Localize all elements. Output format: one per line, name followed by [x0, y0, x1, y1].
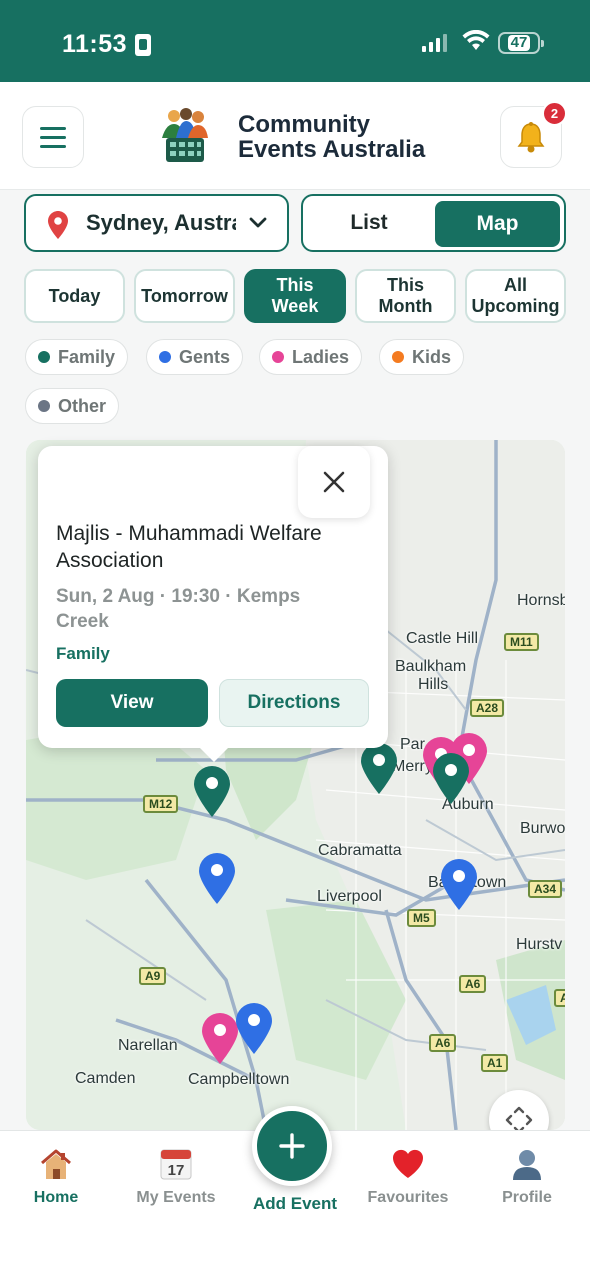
nav-profile[interactable]: Profile — [472, 1145, 582, 1207]
brand-line-1: Community — [238, 111, 370, 138]
road-shield: A1 — [481, 1054, 509, 1072]
cellular-signal-icon — [422, 34, 447, 52]
battery-level: 47 — [507, 35, 531, 51]
plus-icon — [279, 1133, 305, 1159]
road-shield: A9 — [139, 967, 167, 985]
status-time-text: 11:53 — [62, 30, 128, 58]
road-shield: A — [554, 989, 565, 1007]
menu-button[interactable] — [22, 106, 84, 168]
road-shield: M5 — [407, 909, 436, 927]
event-meta: Sun, 2 Aug · 19:30 · Kemps Creek — [56, 586, 301, 632]
hamburger-icon-bar — [40, 144, 66, 148]
nav-profile-label: Profile — [502, 1189, 552, 1206]
filter-this-month[interactable]: This Month — [355, 269, 456, 323]
event-category: Family — [56, 644, 110, 663]
event-popup: Majlis - Muhammadi Welfare Association S… — [38, 446, 388, 762]
notification-count-badge: 2 — [542, 101, 567, 126]
map-place-label: Baulkham — [395, 658, 467, 675]
category-label: Kids — [412, 346, 452, 367]
kids-color-dot — [392, 351, 404, 363]
calendar-icon: 17 — [160, 1149, 192, 1180]
add-event-label[interactable]: Add Event — [235, 1194, 355, 1214]
event-marker-family[interactable] — [431, 752, 471, 806]
event-marker-family[interactable] — [192, 765, 232, 819]
category-label: Gents — [179, 346, 231, 367]
view-toggle: List Map — [301, 194, 566, 252]
view-event-button[interactable]: View — [56, 679, 208, 727]
app-brand: Community Events Australia — [238, 112, 425, 162]
nav-my-events[interactable]: 17 My Events — [121, 1145, 231, 1207]
map-place-label: Castle Hill — [406, 630, 479, 647]
bell-icon — [517, 122, 545, 153]
event-marker-gents[interactable] — [439, 858, 479, 912]
location-text: Sydney, Australia — [86, 210, 236, 235]
filter-tomorrow[interactable]: Tomorrow — [134, 269, 235, 323]
profile-icon — [513, 1150, 541, 1180]
location-selector[interactable]: Sydney, Australia — [24, 194, 289, 252]
family-color-dot — [38, 351, 50, 363]
nav-home[interactable]: Home — [1, 1145, 111, 1207]
road-shield: A34 — [528, 880, 563, 898]
chevron-down-icon — [249, 217, 267, 228]
category-family[interactable]: Family — [25, 339, 129, 375]
category-label: Ladies — [292, 346, 350, 367]
category-ladies[interactable]: Ladies — [259, 339, 363, 375]
event-marker-family[interactable] — [359, 742, 399, 796]
event-marker-gents[interactable] — [197, 852, 237, 906]
gents-color-dot — [159, 351, 171, 363]
category-label: Other — [58, 395, 107, 416]
calendar-day-text: 17 — [168, 1162, 185, 1179]
map-place-label: Campbelltown — [188, 1071, 290, 1088]
list-view-button[interactable]: List — [307, 200, 431, 246]
map-place-label: Burwo — [520, 820, 565, 837]
wifi-icon — [462, 30, 490, 50]
other-color-dot — [38, 400, 50, 412]
brand-line-2: Events Australia — [238, 136, 426, 163]
battery-icon: 47 — [498, 32, 544, 54]
road-shield: M11 — [504, 633, 539, 651]
filter-today[interactable]: Today — [24, 269, 125, 323]
map-place-label: Hurstv — [516, 936, 563, 953]
road-shield: A28 — [470, 699, 505, 717]
add-event-button[interactable] — [252, 1106, 332, 1186]
road-shield: A6 — [429, 1034, 457, 1052]
close-popup-button[interactable] — [298, 446, 370, 518]
event-title: Majlis - Muhammadi Welfare Association — [56, 522, 322, 572]
expand-arrows-icon — [505, 1106, 533, 1130]
nav-favourites-label: Favourites — [367, 1189, 449, 1206]
house-icon — [41, 1149, 71, 1179]
category-kids[interactable]: Kids — [379, 339, 465, 375]
map-place-label: Cabramatta — [318, 842, 402, 859]
location-pin-icon — [48, 211, 68, 239]
hamburger-icon-bar — [40, 135, 66, 139]
event-marker-gents[interactable] — [234, 1002, 274, 1056]
category-gents[interactable]: Gents — [146, 339, 244, 375]
hamburger-icon — [40, 126, 66, 130]
nav-favourites[interactable]: Favourites — [353, 1145, 463, 1207]
ladies-color-dot — [272, 351, 284, 363]
road-shield: M12 — [143, 795, 179, 813]
close-icon — [323, 471, 345, 493]
community-logo-icon — [162, 108, 208, 162]
category-other[interactable]: Other — [25, 388, 120, 424]
nav-my-events-label: My Events — [136, 1189, 216, 1206]
heart-icon — [392, 1149, 424, 1178]
status-time: 11:53 — [62, 30, 152, 59]
map-place-label: Narellan — [118, 1037, 178, 1054]
map-place-label: Camden — [75, 1070, 136, 1087]
directions-button[interactable]: Directions — [219, 679, 369, 727]
filter-all-upcoming[interactable]: All Upcoming — [465, 269, 566, 323]
map-place-label: Hornsb — [517, 592, 565, 609]
category-label: Family — [58, 346, 116, 367]
map-place-label: Hills — [418, 676, 449, 693]
status-bar: 11:53 47 — [0, 0, 590, 82]
map-place-label: Liverpool — [317, 888, 382, 905]
road-shield: A6 — [459, 975, 487, 993]
filter-this-week[interactable]: This Week — [244, 269, 346, 323]
nav-home-label: Home — [33, 1189, 79, 1206]
map-view-button[interactable]: Map — [435, 201, 560, 247]
id-card-icon — [135, 33, 152, 56]
app-header: Community Events Australia — [0, 82, 590, 190]
